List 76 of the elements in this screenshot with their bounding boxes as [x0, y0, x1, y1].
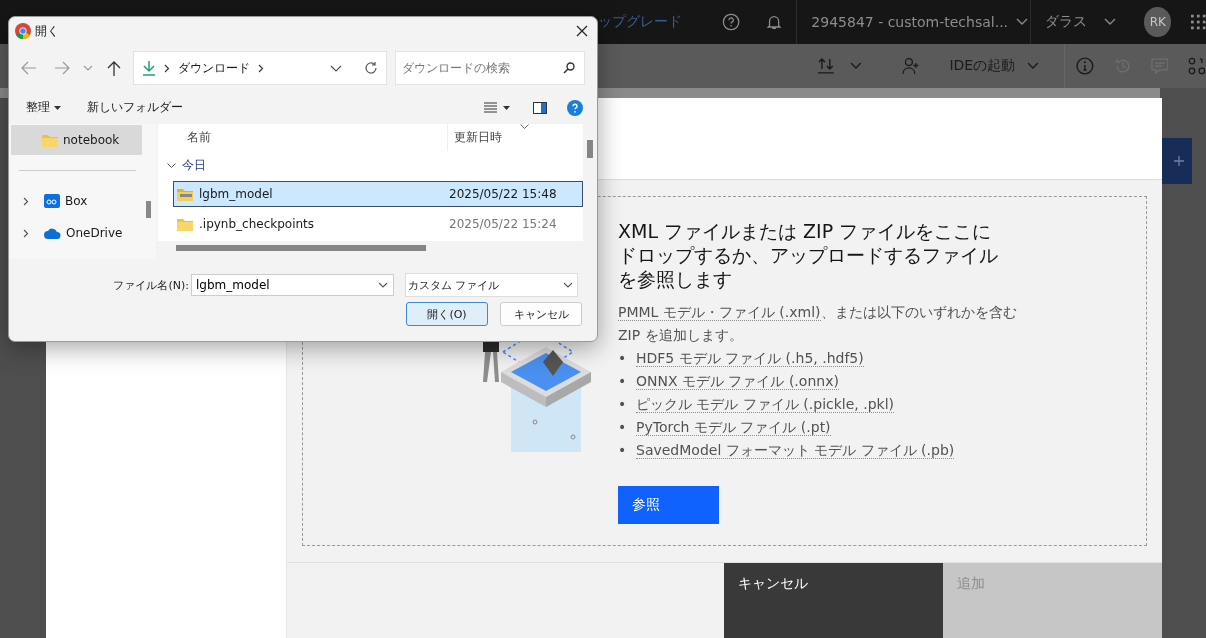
info-icon[interactable]: [1075, 57, 1094, 75]
new-folder-button[interactable]: 新しいフォルダー: [87, 99, 183, 116]
bullet: •: [618, 441, 628, 460]
chevron-down-icon: [1016, 18, 1029, 26]
scrollbar-thumb[interactable]: [146, 201, 151, 218]
browse-button[interactable]: 参照: [618, 486, 719, 524]
download-icon: [142, 60, 156, 76]
chevron-down-icon: [563, 282, 573, 288]
help-icon[interactable]: [722, 12, 741, 32]
scrollbar-thumb[interactable]: [587, 140, 593, 158]
column-header[interactable]: 名前: [187, 129, 447, 146]
filename-field[interactable]: lgbm_model: [191, 274, 394, 296]
chevron-right-icon: [164, 63, 170, 73]
chevron-down-icon[interactable]: [330, 64, 342, 72]
chevron-right-icon[interactable]: [23, 228, 29, 238]
close-icon[interactable]: [576, 25, 588, 37]
back-arrow-icon[interactable]: [21, 61, 37, 75]
folder-icon: [42, 133, 58, 147]
refresh-icon[interactable]: [364, 61, 378, 75]
search-field[interactable]: ダウンロードの検索: [395, 51, 585, 85]
nav-item[interactable]: notebook: [11, 125, 142, 155]
account-selector[interactable]: 2945847 - custom-techsal...: [811, 14, 1009, 30]
chevron-right-icon[interactable]: [23, 196, 29, 206]
nav-item[interactable]: Box: [11, 186, 142, 216]
drop-zone-heading: XML ファイルまたは ZIP ファイルをここにドロップするか、アップロードするファイルを参照します: [618, 219, 999, 291]
browser-logo-icon: [15, 23, 31, 39]
box-logo-icon: [44, 194, 60, 208]
chevron-down-icon: [1104, 18, 1117, 26]
scrollbar-thumb[interactable]: [176, 245, 426, 251]
sort-chevron-icon: [520, 124, 529, 129]
nav-item[interactable]: OneDrive: [11, 218, 142, 248]
view-list-icon[interactable]: [484, 102, 497, 113]
chevron-icon[interactable]: [167, 160, 176, 170]
drop-zone-description: PMML モデル・ファイル (.xml)、または以下のいずれかを含む ZIP を追加します。: [618, 303, 1018, 345]
file-type-select[interactable]: カスタム ファイル: [405, 273, 578, 297]
search-icon: [563, 62, 575, 74]
chevron-down-icon[interactable]: [378, 282, 388, 288]
bullet: •: [618, 418, 628, 437]
format-link[interactable]: ONNX モデル ファイル (.onnx): [636, 373, 839, 390]
add-button[interactable]: [1162, 138, 1192, 184]
chevron-right-icon: [258, 63, 264, 73]
bullet: •: [618, 349, 628, 368]
dialog-title: 開く: [35, 22, 59, 40]
column-header[interactable]: 更新日時: [447, 124, 502, 151]
bullet: •: [618, 372, 628, 391]
format-link[interactable]: ピックル モデル ファイル (.pickle, .pkl): [636, 396, 895, 413]
bullet: •: [618, 395, 628, 414]
filename-label: ファイル名(N):: [112, 277, 189, 293]
open-button[interactable]: 開く(O): [406, 302, 488, 326]
organize-menu[interactable]: 整理: [26, 99, 50, 116]
cancel-button[interactable]: キャンセル: [724, 563, 943, 638]
nodes-icon[interactable]: [1188, 57, 1206, 75]
up-arrow-icon[interactable]: [107, 60, 121, 76]
folder-icon: [177, 217, 193, 231]
file-row[interactable]: .ipynb_checkpoints 2025/05/22 15:24: [173, 211, 583, 237]
format-link[interactable]: SavedModel フォーマット モデル ファイル (.pb): [636, 442, 955, 459]
add-user-icon[interactable]: [901, 57, 920, 75]
region-selector[interactable]: ダラス: [1045, 13, 1088, 31]
zip-folder-icon: [177, 187, 193, 201]
upload-download-icon[interactable]: [817, 57, 835, 75]
group-header[interactable]: 今日: [182, 156, 206, 174]
forward-arrow-icon[interactable]: [54, 61, 70, 75]
address-bar[interactable]: ダウンロード: [133, 51, 387, 85]
format-link[interactable]: PyTorch モデル ファイル (.pt): [636, 419, 831, 436]
caret-down-icon[interactable]: [503, 105, 510, 110]
user-avatar[interactable]: RK: [1144, 7, 1172, 37]
preview-pane-icon[interactable]: [533, 101, 547, 114]
format-link[interactable]: HDF5 モデル ファイル (.h5, .hdf5): [636, 350, 864, 367]
file-row[interactable]: lgbm_model 2025/05/22 15:48: [173, 181, 583, 207]
caret-down-icon: [54, 105, 61, 110]
pmml-link[interactable]: PMML モデル・ファイル (.xml): [618, 304, 821, 321]
breadcrumb[interactable]: ダウンロード: [178, 59, 250, 77]
app-switcher-icon[interactable]: [1191, 14, 1206, 30]
help-icon[interactable]: [567, 99, 583, 116]
cancel-button[interactable]: キャンセル: [500, 302, 582, 326]
cloud-icon: [44, 227, 61, 239]
